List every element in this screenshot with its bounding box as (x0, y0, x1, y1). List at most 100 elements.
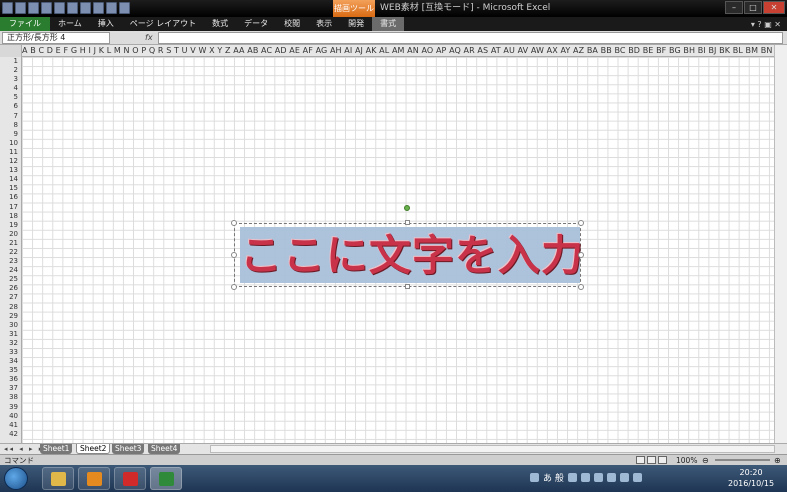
row-header[interactable]: 29 (0, 312, 21, 321)
row-header[interactable]: 37 (0, 384, 21, 393)
row-header[interactable]: 20 (0, 230, 21, 239)
fx-icon[interactable]: fx (145, 32, 153, 44)
row-header[interactable]: 17 (0, 203, 21, 212)
row-header[interactable]: 38 (0, 393, 21, 402)
row-header[interactable]: 14 (0, 175, 21, 184)
shape-text[interactable]: ここに文字を入力 (240, 228, 583, 284)
excel-app-icon[interactable] (2, 2, 13, 14)
fill-color-icon[interactable] (80, 2, 91, 14)
zoom-slider[interactable] (715, 459, 770, 461)
row-header[interactable]: 18 (0, 212, 21, 221)
taskbar-clock[interactable]: 20:20 2016/10/15 (728, 467, 774, 489)
row-header[interactable]: 4 (0, 84, 21, 93)
maximize-button[interactable]: □ (744, 1, 762, 14)
row-header[interactable]: 40 (0, 412, 21, 421)
row-header[interactable]: 30 (0, 321, 21, 330)
row-header[interactable]: 16 (0, 193, 21, 202)
vertical-scrollbar[interactable] (774, 45, 787, 443)
row-header[interactable]: 23 (0, 257, 21, 266)
rotation-handle[interactable] (404, 205, 410, 211)
resize-handle-ne[interactable] (578, 220, 584, 226)
row-header[interactable]: 6 (0, 102, 21, 111)
help-icon[interactable] (593, 473, 603, 482)
row-header[interactable]: 27 (0, 293, 21, 302)
resize-handle-s[interactable] (405, 284, 410, 289)
formula-input[interactable] (158, 32, 783, 44)
row-header[interactable]: 24 (0, 266, 21, 275)
taskbar-excel[interactable] (150, 467, 182, 490)
row-header[interactable]: 8 (0, 121, 21, 130)
row-header[interactable]: 42 (0, 430, 21, 439)
tab-file[interactable]: ファイル (0, 17, 50, 31)
row-header[interactable]: 21 (0, 239, 21, 248)
row-header[interactable]: 7 (0, 112, 21, 121)
print-icon[interactable] (54, 2, 65, 14)
resize-handle-n[interactable] (405, 220, 410, 225)
normal-view-icon[interactable] (636, 456, 645, 464)
row-header[interactable]: 32 (0, 339, 21, 348)
start-button[interactable] (4, 467, 28, 490)
tab-page-layout[interactable]: ページ レイアウト (122, 17, 204, 31)
row-header[interactable]: 12 (0, 157, 21, 166)
row-header[interactable]: 13 (0, 166, 21, 175)
customize-qat-icon[interactable] (119, 2, 130, 14)
taskbar-explorer[interactable] (42, 467, 74, 490)
resize-handle-sw[interactable] (231, 284, 237, 290)
tab-data[interactable]: データ (236, 17, 276, 31)
sheet-tab-sheet1[interactable]: Sheet1 (40, 444, 73, 454)
row-header[interactable]: 3 (0, 75, 21, 84)
ribbon-help-controls[interactable]: ▾ ? ▣ ✕ (751, 20, 787, 29)
taskbar-app[interactable] (114, 467, 146, 490)
page-layout-view-icon[interactable] (647, 456, 656, 464)
sheet-tab-sheet3[interactable]: Sheet3 (112, 444, 145, 454)
ime-toolbar-icon[interactable] (530, 473, 539, 482)
tab-view[interactable]: 表示 (308, 17, 340, 31)
volume-icon[interactable] (632, 473, 642, 482)
format-icon[interactable] (106, 2, 117, 14)
row-header[interactable]: 9 (0, 130, 21, 139)
network-icon[interactable] (619, 473, 629, 482)
tab-developer[interactable]: 開発 (340, 17, 372, 31)
page-break-view-icon[interactable] (658, 456, 667, 464)
row-header[interactable]: 33 (0, 348, 21, 357)
column-header-labels[interactable]: A B C D E F G H I J K L M N O P Q R S T … (22, 45, 774, 57)
row-header[interactable]: 11 (0, 148, 21, 157)
sheet-tab-sheet4[interactable]: Sheet4 (148, 444, 181, 454)
row-header[interactable]: 35 (0, 366, 21, 375)
select-all-corner[interactable] (0, 45, 22, 57)
resize-handle-se[interactable] (578, 284, 584, 290)
row-header[interactable]: 19 (0, 221, 21, 230)
flag-icon[interactable] (606, 473, 616, 482)
name-box[interactable]: 正方形/長方形 4 (2, 32, 110, 44)
tab-insert[interactable]: 挿入 (90, 17, 122, 31)
row-header[interactable]: 25 (0, 275, 21, 284)
row-header[interactable]: 28 (0, 303, 21, 312)
redo-icon[interactable] (41, 2, 52, 14)
row-header[interactable]: 5 (0, 93, 21, 102)
row-header[interactable]: 34 (0, 357, 21, 366)
row-header[interactable]: 22 (0, 248, 21, 257)
border-icon[interactable] (93, 2, 104, 14)
row-header[interactable]: 15 (0, 184, 21, 193)
minimize-button[interactable]: – (725, 1, 743, 14)
row-header[interactable]: 2 (0, 66, 21, 75)
row-header[interactable]: 10 (0, 139, 21, 148)
tray-icon-2[interactable] (580, 473, 590, 482)
horizontal-scrollbar[interactable] (210, 445, 775, 453)
font-color-icon[interactable] (67, 2, 78, 14)
resize-handle-nw[interactable] (231, 220, 237, 226)
row-header[interactable]: 36 (0, 375, 21, 384)
save-icon[interactable] (15, 2, 26, 14)
ime-mode[interactable]: あ 般 (543, 471, 564, 484)
close-button[interactable]: ✕ (763, 1, 785, 14)
tab-review[interactable]: 校閲 (276, 17, 308, 31)
row-header[interactable]: 1 (0, 57, 21, 66)
sheet-tab-sheet2[interactable]: Sheet2 (76, 444, 111, 454)
resize-handle-e[interactable] (578, 252, 584, 258)
row-header[interactable]: 39 (0, 403, 21, 412)
row-header[interactable]: 31 (0, 330, 21, 339)
row-header[interactable]: 26 (0, 284, 21, 293)
row-header[interactable]: 41 (0, 421, 21, 430)
taskbar-outlook[interactable] (78, 467, 110, 490)
tray-icon-1[interactable] (567, 473, 577, 482)
